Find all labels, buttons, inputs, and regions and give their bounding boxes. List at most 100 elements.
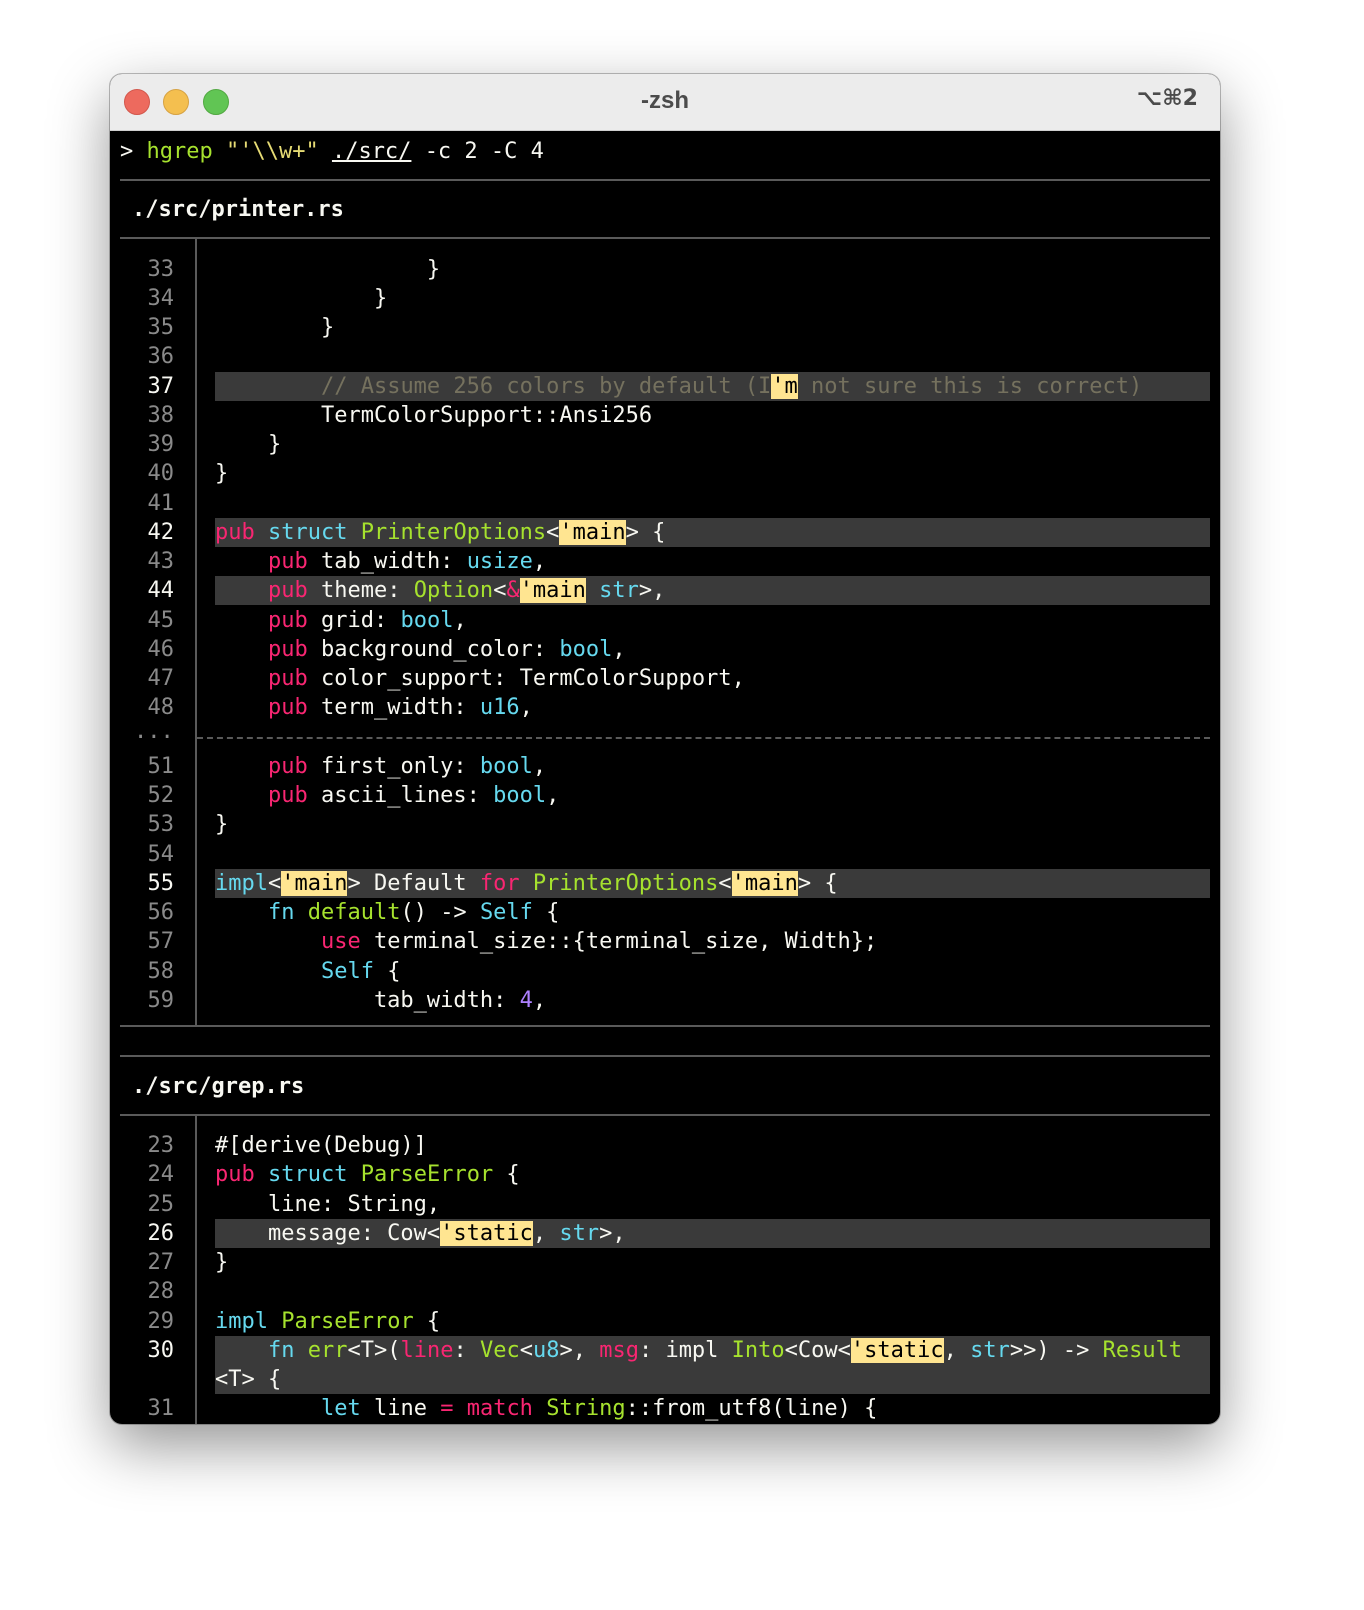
window-shortcut: ⌥⌘2 <box>1136 86 1198 111</box>
terminal-content[interactable]: > hgrep "'\\w+" ./src/ -c 2 -C 4 ./src/p… <box>110 131 1220 1424</box>
code-token: >, <box>638 578 666 604</box>
line-number: 24 <box>147 1162 175 1188</box>
file-header-top-rule <box>120 1055 1210 1057</box>
code-token: bool <box>493 783 547 808</box>
code-line: 27} <box>110 1248 1220 1277</box>
code-token: pub <box>267 753 308 779</box>
code-token: >, <box>599 1220 626 1246</box>
match-highlight: 'static <box>440 1220 533 1246</box>
match-highlight: 'main <box>281 870 348 896</box>
code-token: } <box>215 432 282 457</box>
code-token: color_support: TermColorSupport, <box>307 666 745 691</box>
code-token: ascii_lines: <box>307 783 494 808</box>
line-number: 31 <box>147 1396 175 1422</box>
line-number: 25 <box>147 1191 175 1217</box>
code-token: , <box>532 987 547 1013</box>
match-highlight: 'main <box>559 519 626 545</box>
line-number: 47 <box>147 666 175 691</box>
line-number: 51 <box>147 753 175 779</box>
code-text: pub background_color: bool, <box>215 635 1210 664</box>
code-token: u16 <box>479 695 520 721</box>
command-pattern: "'\\w+" <box>225 139 319 164</box>
code-token: str <box>599 578 639 604</box>
line-number: 52 <box>147 783 175 808</box>
line-number: 42 <box>147 519 175 545</box>
code-token: } <box>215 256 441 282</box>
line-number <box>120 1365 174 1394</box>
code-line: 53} <box>110 810 1220 839</box>
line-number: 37 <box>147 373 175 399</box>
code-token: background_color: <box>307 636 560 662</box>
line-number: 34 <box>147 285 175 311</box>
code-token: Result <box>1102 1337 1183 1363</box>
code-text: pub term_width: u16, <box>215 693 1210 722</box>
command-flags: -c 2 -C 4 <box>424 139 544 164</box>
code-token: < <box>519 1337 533 1363</box>
code-line: 41 <box>110 489 1220 518</box>
code-token: <Cow< <box>784 1337 851 1363</box>
code-token: > Default <box>347 870 480 896</box>
code-token: line <box>400 1337 454 1363</box>
code-token: String <box>546 1396 626 1422</box>
elision-dashed-rule <box>197 736 1210 739</box>
line-number: 57 <box>147 929 175 955</box>
terminal-window: -zsh ⌥⌘2 > hgrep "'\\w+" ./src/ -c 2 -C … <box>110 74 1220 1424</box>
code-token: fn <box>267 900 295 925</box>
code-token: err <box>307 1337 348 1363</box>
code-token: bool <box>559 636 613 662</box>
code-token: } <box>215 812 229 838</box>
code-token: struct <box>268 1162 348 1188</box>
code-token: >>) -> <box>1009 1337 1103 1363</box>
match-highlight: 'static <box>850 1337 944 1363</box>
code-token: default <box>307 900 401 925</box>
code-text: } <box>215 284 1210 313</box>
code-token: } <box>215 315 335 340</box>
file-header-bottom-rule <box>120 1114 1210 1116</box>
code-token: < <box>546 519 560 545</box>
code-line: 29 impl ParseError { <box>110 1307 1220 1336</box>
line-number: 38 <box>147 402 175 428</box>
code-token: str <box>970 1337 1010 1363</box>
line-number: 28 <box>147 1279 175 1305</box>
code-token: line <box>360 1396 441 1422</box>
code-token: // Assume 256 colors by default (I <box>320 373 772 399</box>
code-text: TermColorSupport::Ansi256 <box>215 401 1210 430</box>
matched-code: impl<'main> Default for PrinterOptions<'… <box>215 868 1210 898</box>
matched-code: fn err<T>(line: Vec<u8>, msg: impl Into<… <box>215 1335 1210 1365</box>
code-token: > { <box>625 519 666 545</box>
code-line: 43 pub tab_width: usize, <box>110 547 1220 576</box>
code-line: 26 message: Cow<'static, str>, <box>110 1218 1220 1248</box>
code-line: 47 pub color_support: TermColorSupport, <box>110 664 1220 693</box>
code-text: impl ParseError { <box>215 1307 1210 1336</box>
match-highlight: 'main <box>731 870 798 896</box>
code-token: } <box>215 461 229 487</box>
code-token: tab_width: <box>215 987 520 1013</box>
line-number: 27 <box>147 1250 175 1275</box>
command-line: > hgrep "'\\w+" ./src/ -c 2 -C 4 <box>120 137 544 166</box>
code-token: <T>( <box>347 1337 401 1363</box>
code-text: pub grid: bool, <box>215 606 1210 635</box>
code-text: let line = match String::from_utf8(line)… <box>215 1394 1210 1423</box>
code-token: Option <box>413 578 494 604</box>
code-text: } <box>215 255 1210 284</box>
code-token: ParseError <box>360 1162 494 1188</box>
file-name: ./src/grep.rs <box>132 1074 305 1099</box>
code-token: bool <box>400 607 454 633</box>
code-line: 42 pub struct PrinterOptions<'main> { <box>110 517 1220 547</box>
line-number: 29 <box>147 1308 175 1334</box>
code-token: , <box>532 549 547 574</box>
line-number: 44 <box>147 578 175 604</box>
code-text: } <box>215 1248 1210 1277</box>
code-line: 34 } <box>110 284 1220 313</box>
code-token: grid: <box>307 607 401 633</box>
code-text: Self { <box>215 957 1210 986</box>
